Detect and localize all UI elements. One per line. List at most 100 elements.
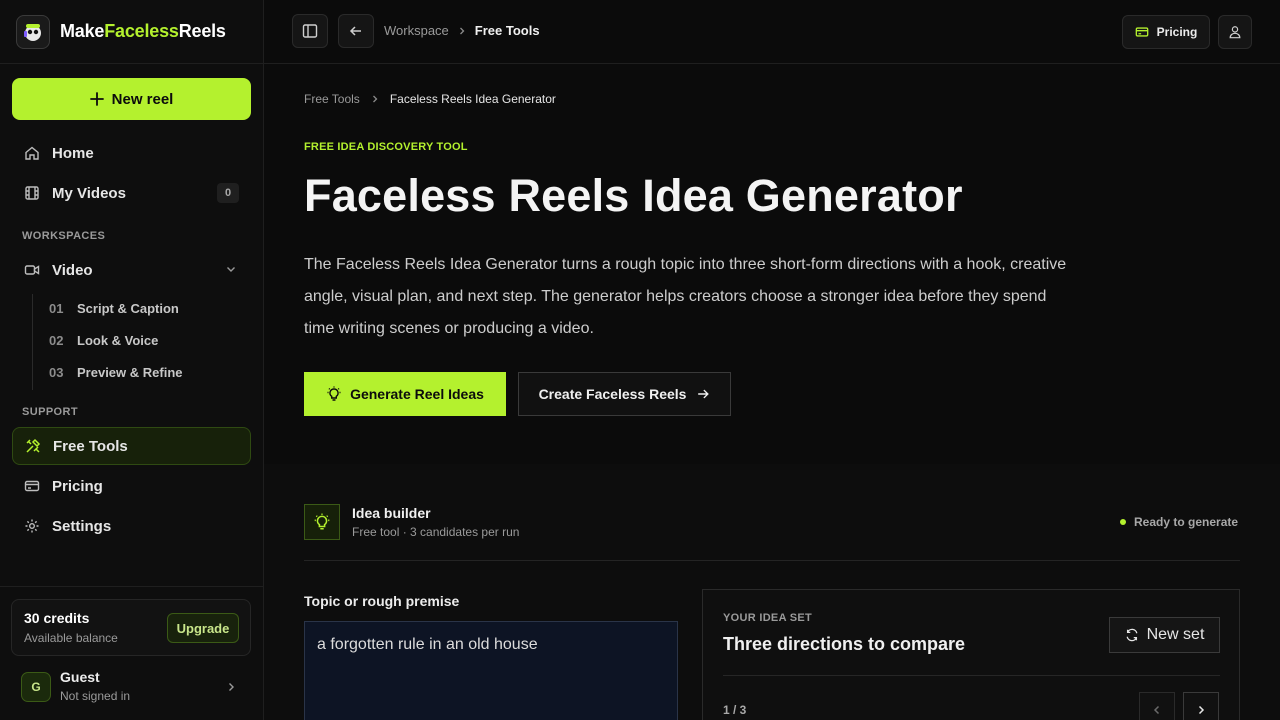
- credits-title: 30 credits: [24, 610, 90, 626]
- topic-input[interactable]: a forgotten rule in an old house: [304, 621, 678, 720]
- chevron-right-icon: [1198, 705, 1205, 715]
- sidebar-item-label: Settings: [52, 517, 112, 535]
- breadcrumb-free-tools[interactable]: Free Tools: [304, 92, 360, 106]
- refresh-icon: [1126, 628, 1138, 642]
- idea-set-title: Three directions to compare: [723, 634, 966, 654]
- credits-card: 30 credits Available balance Upgrade: [11, 599, 251, 656]
- gear-icon: [25, 519, 39, 533]
- sidebar-item-settings[interactable]: Settings: [12, 507, 251, 545]
- video-step-script-caption[interactable]: 01 Script & Caption: [49, 301, 179, 316]
- new-set-label: New set: [1146, 626, 1205, 643]
- idea-set-divider: [723, 675, 1220, 676]
- app-root: MakeFacelessReels New reel Home My Video…: [0, 0, 1280, 720]
- chevron-right-icon: [229, 683, 234, 691]
- sidebar-item-label: My Videos: [52, 184, 126, 202]
- video-steps-list: 01 Script & Caption 02 Look & Voice 03 P…: [32, 294, 252, 390]
- back-button[interactable]: [338, 14, 374, 48]
- chevron-left-icon: [1153, 705, 1160, 715]
- idea-builder-title: Idea builder: [352, 505, 431, 521]
- user-status: Not signed in: [60, 689, 131, 703]
- brand-name-part2: Reels: [178, 21, 226, 41]
- video-camera-icon: [24, 265, 40, 275]
- idea-builder-subtitle: Free tool · 3 candidates per run: [352, 525, 520, 539]
- topic-field-label: Topic or rough premise: [304, 593, 460, 609]
- lightbulb-icon: [327, 386, 341, 401]
- sidebar-item-label: Video: [52, 261, 93, 279]
- step-number: 03: [49, 365, 64, 380]
- status-badge: Ready to generate: [1120, 515, 1238, 529]
- brand-name-part1: Make: [60, 21, 105, 41]
- idea-pager: 1 / 3: [723, 703, 747, 717]
- idea-builder-lightbulb-icon: [304, 504, 340, 540]
- sidebar-item-label: Free Tools: [53, 437, 128, 455]
- plus-icon: [89, 92, 104, 106]
- generate-reel-ideas-button[interactable]: Generate Reel Ideas: [304, 372, 506, 416]
- page-title: Faceless Reels Idea Generator: [304, 170, 963, 221]
- workspaces-section-label: WORKSPACES: [22, 230, 106, 242]
- idea-set-eyebrow: YOUR IDEA SET: [723, 612, 813, 624]
- tools-icon: [26, 438, 41, 453]
- brand-logo-icon: [16, 14, 50, 49]
- sidebar-item-video[interactable]: Video: [12, 251, 251, 289]
- chevron-right-icon: [372, 95, 378, 103]
- sidebar-divider: [0, 586, 263, 587]
- upgrade-button[interactable]: Upgrade: [167, 613, 239, 643]
- brand[interactable]: MakeFacelessReels: [0, 0, 263, 64]
- sidebar-item-label: Home: [52, 144, 94, 162]
- idea-set-panel: YOUR IDEA SET Three directions to compar…: [702, 589, 1240, 720]
- pricing-label: Pricing: [1156, 25, 1198, 39]
- arrow-left-icon: [349, 26, 361, 36]
- pricing-button[interactable]: Pricing: [1122, 15, 1210, 49]
- page-eyebrow: FREE IDEA DISCOVERY TOOL: [304, 141, 468, 153]
- credit-card-icon: [1135, 27, 1148, 37]
- step-label: Script & Caption: [77, 301, 179, 316]
- breadcrumb-current: Free Tools: [474, 23, 540, 38]
- chevron-down-icon[interactable]: [225, 263, 237, 275]
- user-account-row[interactable]: G Guest Not signed in: [0, 664, 263, 710]
- chevron-right-icon: [459, 27, 465, 34]
- new-reel-button[interactable]: New reel: [12, 78, 251, 120]
- brand-name-accent: Faceless: [104, 21, 179, 41]
- brand-name: MakeFacelessReels: [60, 21, 226, 42]
- profile-button[interactable]: [1218, 15, 1252, 49]
- new-reel-label: New reel: [111, 90, 174, 108]
- create-faceless-reels-button[interactable]: Create Faceless Reels: [518, 372, 731, 416]
- breadcrumb: Workspace Free Tools: [384, 23, 540, 38]
- sidebar-item-label: Pricing: [52, 477, 103, 495]
- create-label: Create Faceless Reels: [538, 386, 687, 402]
- user-name: Guest: [60, 669, 100, 685]
- film-icon: [25, 186, 39, 200]
- sidebar-item-home[interactable]: Home: [12, 134, 251, 172]
- video-step-preview-refine[interactable]: 03 Preview & Refine: [49, 365, 183, 380]
- home-icon: [25, 146, 39, 160]
- my-videos-count-badge: 0: [217, 183, 239, 203]
- step-number: 02: [49, 333, 64, 348]
- section-divider: [304, 560, 1240, 561]
- step-label: Look & Voice: [77, 333, 159, 348]
- page-description: The Faceless Reels Idea Generator turns …: [304, 256, 1067, 337]
- top-bar: Workspace Free Tools Pricing: [264, 0, 1280, 64]
- breadcrumb-workspace[interactable]: Workspace: [384, 23, 449, 38]
- breadcrumb-current: Faceless Reels Idea Generator: [389, 92, 556, 106]
- arrow-right-icon: [698, 389, 710, 399]
- sidebar-item-my-videos[interactable]: My Videos 0: [12, 174, 251, 212]
- page-breadcrumb: Free Tools Faceless Reels Idea Generator: [304, 92, 556, 106]
- step-number: 01: [49, 301, 64, 316]
- user-icon: [1229, 26, 1241, 39]
- sidebar-item-pricing[interactable]: Pricing: [12, 467, 251, 505]
- video-step-look-voice[interactable]: 02 Look & Voice: [49, 333, 158, 348]
- avatar: G: [21, 672, 51, 702]
- previous-idea-button[interactable]: [1139, 692, 1175, 720]
- sidebar-item-free-tools[interactable]: Free Tools: [12, 427, 251, 465]
- sidebar-panel-icon: [302, 24, 318, 38]
- new-set-button[interactable]: New set: [1109, 617, 1220, 653]
- support-section-label: SUPPORT: [22, 406, 78, 418]
- status-text: Ready to generate: [1134, 515, 1239, 529]
- toggle-sidebar-button[interactable]: [292, 14, 328, 48]
- credit-card-icon: [24, 480, 40, 492]
- credits-subtitle: Available balance: [24, 631, 118, 645]
- step-label: Preview & Refine: [77, 365, 183, 380]
- status-dot: [1120, 519, 1126, 525]
- next-idea-button[interactable]: [1183, 692, 1219, 720]
- generate-label: Generate Reel Ideas: [350, 386, 484, 402]
